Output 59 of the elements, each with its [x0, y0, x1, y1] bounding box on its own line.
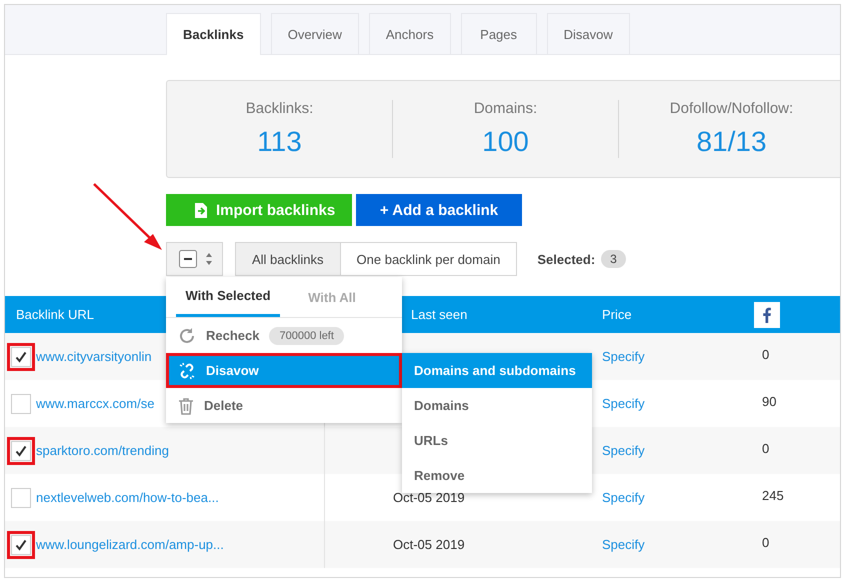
submenu-item[interactable]: Domains — [402, 388, 592, 423]
menu-item[interactable]: Delete — [166, 388, 402, 423]
filter-toggle[interactable]: One backlink per domain — [340, 242, 518, 276]
submenu-item[interactable]: URLs — [402, 423, 592, 458]
price-specify-link[interactable]: Specify — [602, 396, 645, 411]
file-import-icon — [194, 202, 208, 218]
refresh-icon — [178, 326, 196, 344]
tab[interactable]: Pages — [460, 13, 537, 54]
backlink-url-link[interactable]: www.loungelizard.com/amp-up... — [36, 537, 224, 552]
stat-value: 81/13 — [696, 126, 767, 158]
facebook-count: 0 — [762, 535, 770, 550]
broken-link-icon — [178, 362, 196, 380]
tab[interactable]: Backlinks — [166, 13, 261, 55]
menu-item[interactable]: Recheck 700000 left — [166, 318, 402, 353]
price-specify-link[interactable]: Specify — [602, 490, 645, 505]
price-specify-link[interactable]: Specify — [602, 537, 645, 552]
stat-label: Domains: — [474, 100, 538, 117]
submenu-item[interactable]: Domains and subdomains — [402, 353, 592, 388]
backlink-url-link[interactable]: www.cityvarsityonlin — [36, 349, 152, 364]
checkmark-icon — [15, 538, 27, 550]
sort-arrows-icon — [205, 253, 213, 265]
facebook-count: 0 — [762, 347, 770, 362]
remaining-badge: 700000 left — [269, 326, 344, 344]
last-seen-date: Oct-05 2019 — [393, 537, 465, 552]
selected-label: Selected: — [537, 252, 596, 266]
filter-toggle[interactable]: All backlinks — [235, 242, 341, 276]
annotation-arrow — [93, 183, 162, 250]
checkmark-icon — [15, 350, 27, 362]
backlink-url-link[interactable]: nextlevelweb.com/how-to-bea... — [36, 490, 219, 505]
stat-label: Dofollow/Nofollow: — [670, 100, 794, 117]
minus-checkbox-icon — [179, 250, 197, 268]
menu-item[interactable]: Disavow — [166, 353, 402, 388]
stat-label: Backlinks: — [246, 100, 314, 117]
facebook-count: 0 — [762, 441, 770, 456]
row-checkbox[interactable] — [11, 394, 31, 414]
tab[interactable]: Anchors — [368, 13, 451, 54]
bulk-select-control[interactable] — [166, 242, 223, 276]
stat-value: 113 — [257, 126, 302, 158]
price-specify-link[interactable]: Specify — [602, 443, 645, 458]
add-button[interactable]: + Add a backlink — [356, 194, 522, 226]
price-specify-link[interactable]: Specify — [602, 349, 645, 364]
column-header: Price — [602, 307, 632, 322]
submenu-item[interactable]: Remove — [402, 458, 592, 493]
selected-count-badge: 3 — [601, 250, 626, 268]
checkmark-icon — [15, 444, 27, 456]
row-checkbox[interactable] — [11, 488, 31, 508]
tab[interactable]: Disavow — [546, 13, 630, 54]
facebook-count: 90 — [762, 394, 776, 409]
column-header: Backlink URL — [16, 307, 94, 322]
tab[interactable]: Overview — [270, 13, 359, 54]
facebook-icon — [754, 302, 780, 328]
backlink-url-link[interactable]: sparktoro.com/trending — [36, 443, 169, 458]
column-header: Last seen — [411, 307, 468, 322]
menu-tab[interactable]: With Selected — [176, 277, 280, 317]
trash-icon — [178, 396, 194, 414]
last-seen-date: Oct-05 2019 — [393, 490, 465, 505]
backlink-url-link[interactable]: www.marccx.com/se — [36, 396, 154, 411]
stat-value: 100 — [482, 126, 529, 158]
facebook-count: 245 — [762, 488, 784, 503]
